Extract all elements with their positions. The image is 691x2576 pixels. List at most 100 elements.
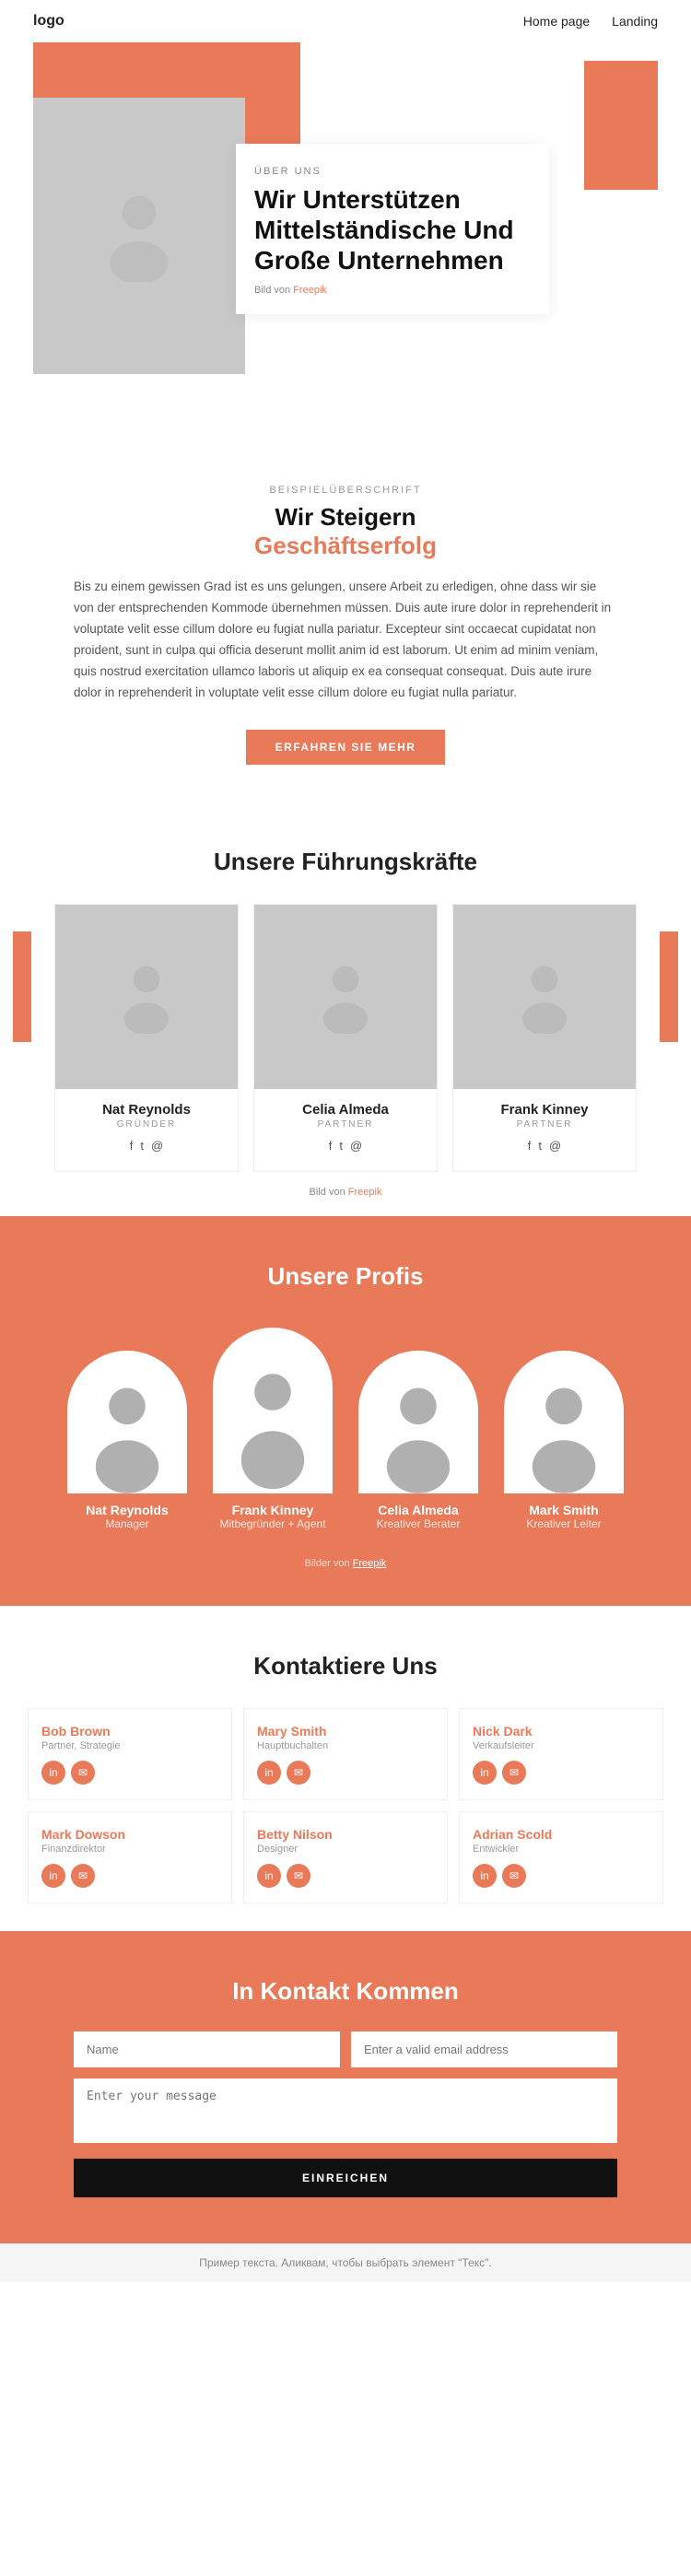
kontakt-icons: in ✉ xyxy=(257,1761,434,1785)
steigern-section: BEISPIELÜBERSCHRIFT Wir Steigern Geschäf… xyxy=(0,429,691,802)
kontakt-person-name: Mark Dowson xyxy=(41,1827,218,1842)
name-input[interactable] xyxy=(74,2032,340,2067)
profis-member-name: Nat Reynolds xyxy=(67,1503,187,1517)
instagram-icon[interactable]: @ xyxy=(151,1139,163,1153)
kontakt-grid: Bob Brown Partner, Strategie in ✉ Mary S… xyxy=(28,1708,663,1903)
team-member-name: Celia Almeda xyxy=(254,1102,437,1118)
instagram-icon[interactable]: @ xyxy=(350,1139,362,1153)
email-icon[interactable]: ✉ xyxy=(71,1761,95,1785)
team-title: Unsere Führungskräfte xyxy=(28,848,663,876)
kontakt-card: Mary Smith Hauptbuchalten in ✉ xyxy=(243,1708,448,1800)
team-bg-left xyxy=(13,931,31,1042)
kontakt-icons: in ✉ xyxy=(41,1864,218,1888)
message-textarea[interactable] xyxy=(74,2078,617,2143)
team-member-image xyxy=(453,905,636,1089)
kontakt-card: Nick Dark Verkaufsleiter in ✉ xyxy=(459,1708,663,1800)
contact-form-section: In Kontakt Kommen EINREICHEN xyxy=(0,1931,691,2243)
email-icon[interactable]: ✉ xyxy=(287,1864,310,1888)
steigern-cta-button[interactable]: ERFAHREN SIE MEHR xyxy=(246,730,446,765)
form-row-top xyxy=(74,2032,617,2067)
team-socials: f t @ xyxy=(55,1139,238,1153)
team-card: Frank Kinney PARTNER f t @ xyxy=(452,904,637,1172)
team-member-image xyxy=(55,905,238,1089)
instagram-icon[interactable]: @ xyxy=(549,1139,561,1153)
kontakt-person-name: Mary Smith xyxy=(257,1724,434,1739)
team-member-role: PARTNER xyxy=(254,1119,437,1130)
kontakt-card: Adrian Scold Entwickler in ✉ xyxy=(459,1811,663,1903)
kontakt-icons: in ✉ xyxy=(41,1761,218,1785)
team-section: Unsere Führungskräfte Nat Reynolds GRÜND… xyxy=(0,802,691,1216)
navbar: logo Home page Landing xyxy=(0,0,691,42)
linkedin-icon[interactable]: in xyxy=(41,1864,65,1888)
facebook-icon[interactable]: f xyxy=(130,1139,134,1153)
profis-credit: Bilder von Freepik xyxy=(18,1558,673,1569)
twitter-icon[interactable]: t xyxy=(339,1139,343,1153)
team-member-role: PARTNER xyxy=(453,1119,636,1130)
linkedin-icon[interactable]: in xyxy=(473,1864,497,1888)
kontakt-person-role: Entwickler xyxy=(473,1844,650,1855)
footer-note: Пример текста. Аликвам, чтобы выбрать эл… xyxy=(0,2243,691,2282)
profis-credit-link[interactable]: Freepik xyxy=(353,1558,387,1569)
kontakt-icons: in ✉ xyxy=(257,1864,434,1888)
nav-links: Home page Landing xyxy=(523,14,658,29)
hero-credit-link[interactable]: Freepik xyxy=(293,285,327,296)
kontakt-section: Kontaktiere Uns Bob Brown Partner, Strat… xyxy=(0,1606,691,1931)
team-member-image xyxy=(254,905,437,1089)
linkedin-icon[interactable]: in xyxy=(257,1864,281,1888)
kontakt-person-role: Finanzdirektor xyxy=(41,1844,218,1855)
profis-image xyxy=(213,1328,333,1493)
profis-image xyxy=(67,1351,187,1493)
profis-item: Frank Kinney Mitbegründer + Agent xyxy=(200,1318,346,1540)
team-credit: Bild von Freepik xyxy=(28,1187,663,1198)
facebook-icon[interactable]: f xyxy=(329,1139,333,1153)
team-socials: f t @ xyxy=(254,1139,437,1153)
email-icon[interactable]: ✉ xyxy=(71,1864,95,1888)
kontakt-card: Mark Dowson Finanzdirektor in ✉ xyxy=(28,1811,232,1903)
hero-bg-rect-right xyxy=(584,61,658,190)
team-member-name: Frank Kinney xyxy=(453,1102,636,1118)
kontakt-person-name: Bob Brown xyxy=(41,1724,218,1739)
email-icon[interactable]: ✉ xyxy=(502,1864,526,1888)
profis-item: Nat Reynolds Manager xyxy=(54,1341,200,1540)
steigern-body: Bis zu einem gewissen Grad ist es uns ge… xyxy=(74,577,617,704)
facebook-icon[interactable]: f xyxy=(528,1139,532,1153)
hero-credit: Bild von Freepik xyxy=(254,285,527,296)
form-title: In Kontakt Kommen xyxy=(74,1977,617,2006)
kontakt-card: Bob Brown Partner, Strategie in ✉ xyxy=(28,1708,232,1800)
linkedin-icon[interactable]: in xyxy=(257,1761,281,1785)
kontakt-person-name: Nick Dark xyxy=(473,1724,650,1739)
profis-member-role: Mitbegründer + Agent xyxy=(213,1517,333,1530)
profis-member-name: Mark Smith xyxy=(504,1503,624,1517)
kontakt-person-role: Verkaufsleiter xyxy=(473,1740,650,1751)
kontakt-person-role: Partner, Strategie xyxy=(41,1740,218,1751)
profis-member-role: Kreativer Berater xyxy=(358,1517,478,1530)
profis-image xyxy=(358,1351,478,1493)
twitter-icon[interactable]: t xyxy=(140,1139,144,1153)
team-member-role: GRÜNDER xyxy=(55,1119,238,1130)
hero-title: Wir Unterstützen Mittelständische Und Gr… xyxy=(254,184,527,275)
team-grid: Nat Reynolds GRÜNDER f t @ Celia Almeda … xyxy=(28,904,663,1172)
team-card: Nat Reynolds GRÜNDER f t @ xyxy=(54,904,239,1172)
profis-member-role: Manager xyxy=(67,1517,187,1530)
profis-image xyxy=(504,1351,624,1493)
team-credit-link[interactable]: Freepik xyxy=(348,1187,382,1198)
kontakt-icons: in ✉ xyxy=(473,1864,650,1888)
email-input[interactable] xyxy=(351,2032,617,2067)
logo: logo xyxy=(33,13,64,29)
team-card: Celia Almeda PARTNER f t @ xyxy=(253,904,438,1172)
nav-landing[interactable]: Landing xyxy=(612,14,658,29)
kontakt-person-role: Hauptbuchalten xyxy=(257,1740,434,1751)
email-icon[interactable]: ✉ xyxy=(502,1761,526,1785)
linkedin-icon[interactable]: in xyxy=(473,1761,497,1785)
hero-section: ÜBER UNS Wir Unterstützen Mittelständisc… xyxy=(0,42,691,429)
team-socials: f t @ xyxy=(453,1139,636,1153)
submit-button[interactable]: EINREICHEN xyxy=(74,2159,617,2197)
linkedin-icon[interactable]: in xyxy=(41,1761,65,1785)
kontakt-person-role: Designer xyxy=(257,1844,434,1855)
profis-item: Celia Almeda Kreativer Berater xyxy=(346,1341,491,1540)
profis-title: Unsere Profis xyxy=(18,1262,673,1291)
nav-home[interactable]: Home page xyxy=(523,14,590,29)
email-icon[interactable]: ✉ xyxy=(287,1761,310,1785)
twitter-icon[interactable]: t xyxy=(538,1139,542,1153)
profis-grid: Nat Reynolds Manager Frank Kinney Mitbeg… xyxy=(18,1318,673,1540)
